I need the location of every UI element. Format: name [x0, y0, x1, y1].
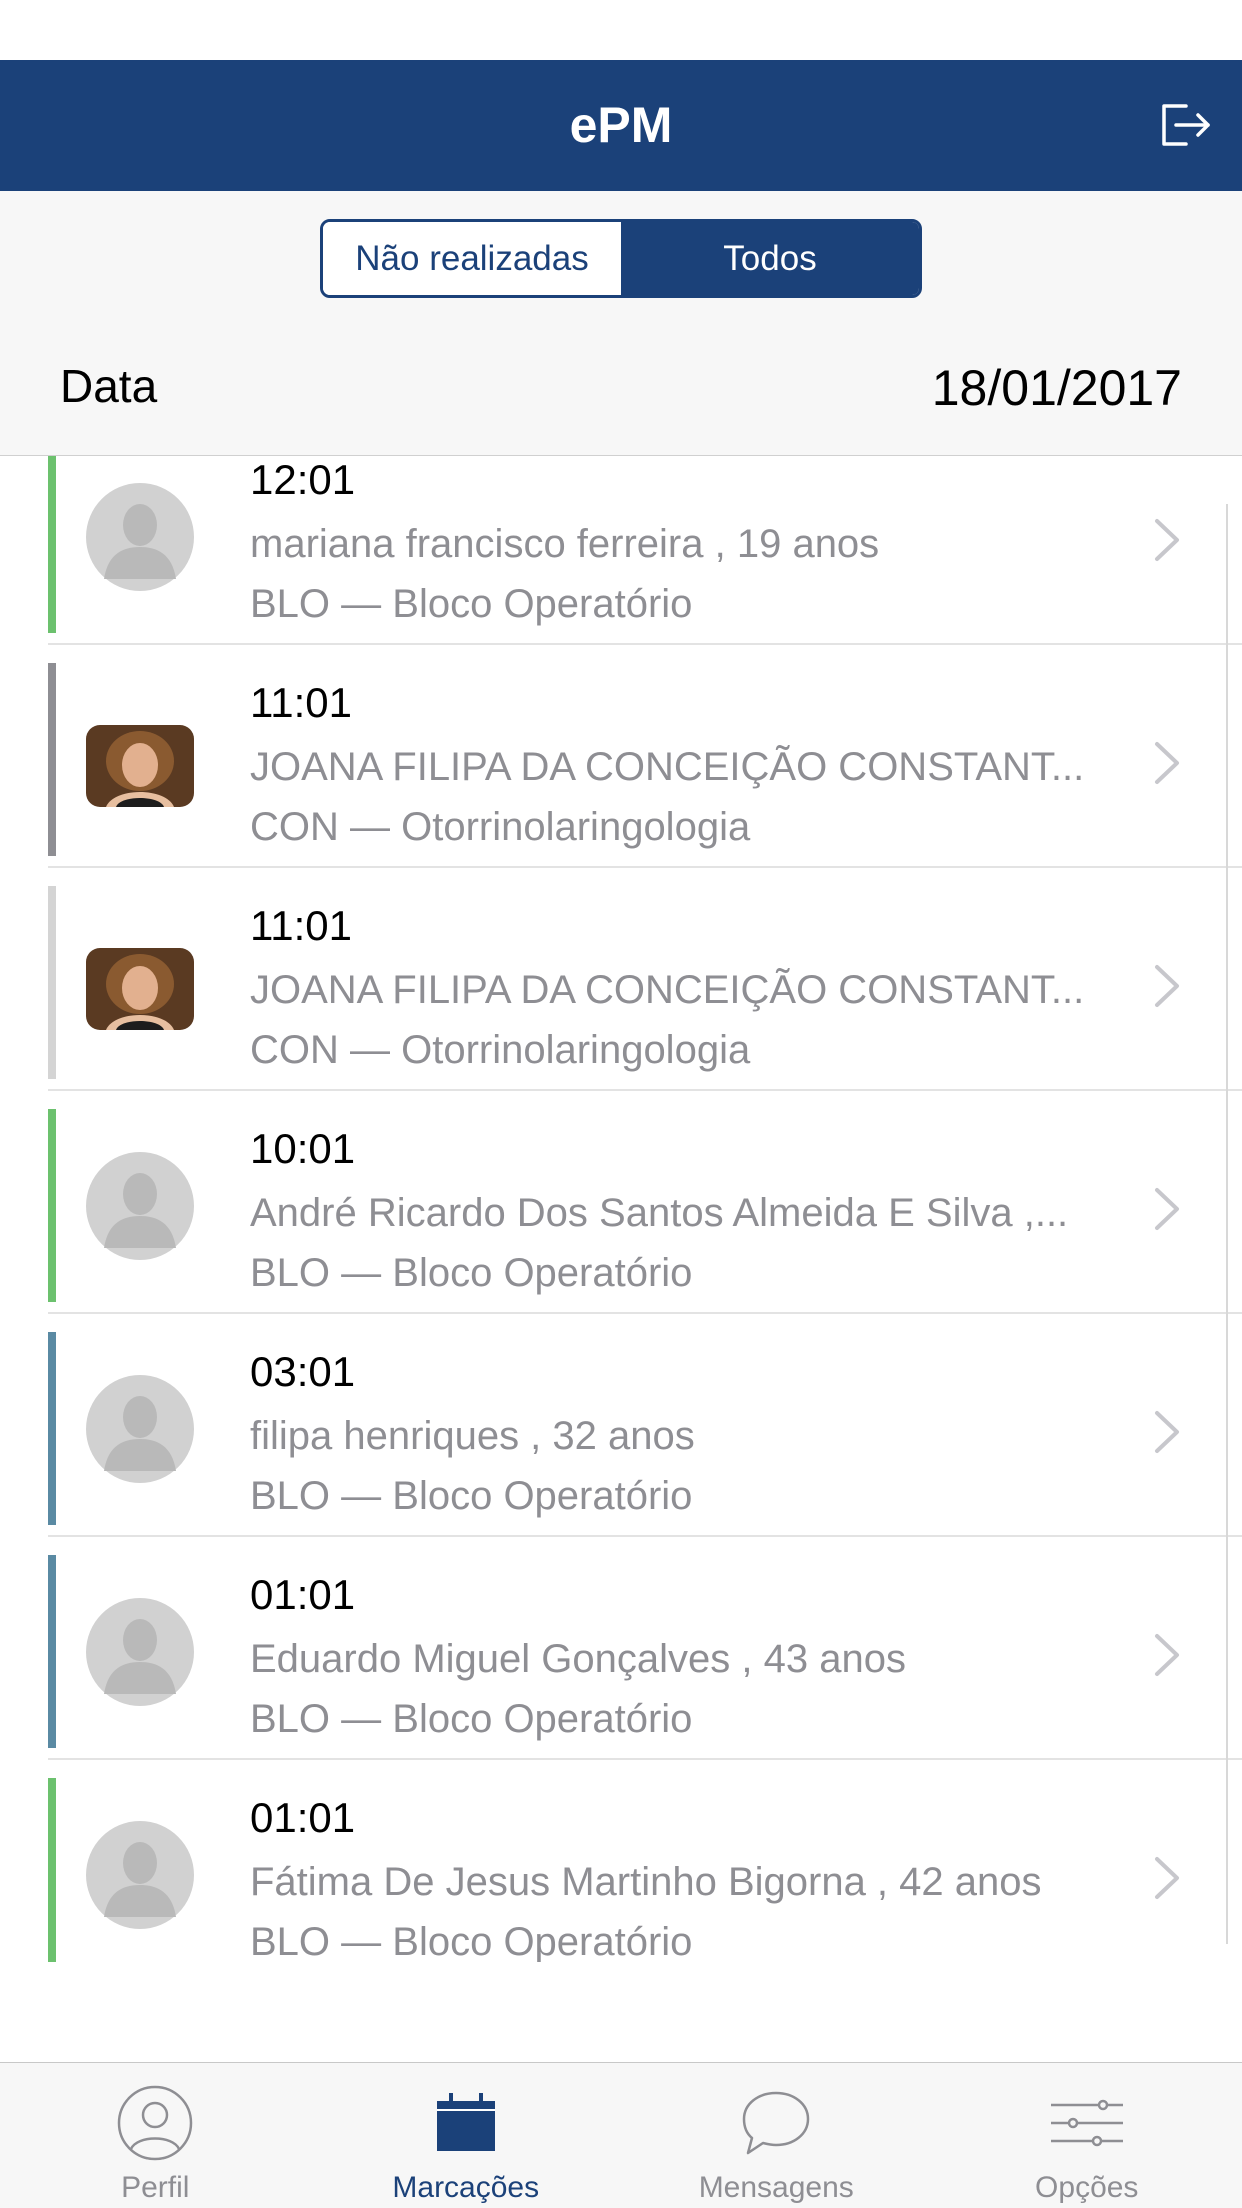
appointments-list[interactable]: 12:01 mariana francisco ferreira , 19 ano… — [0, 456, 1242, 1962]
patient-name: Fátima De Jesus Martinho Bigorna , 42 an… — [250, 1860, 1042, 1904]
service-name: BLO — Bloco Operatório — [250, 582, 693, 626]
appointment-row[interactable]: 03:01 filipa henriques , 32 anos BLO — Blo… — [48, 1314, 1242, 1537]
service-name: CON — Otorrinolaringologia — [250, 805, 751, 849]
patient-name: JOANA FILIPA DA CONCEIÇÃO CONSTANT... — [250, 968, 1085, 1012]
avatar-placeholder-icon — [86, 1821, 194, 1929]
patient-name: JOANA FILIPA DA CONCEIÇÃO CONSTANT... — [250, 745, 1085, 789]
status-indicator — [48, 886, 56, 1079]
chevron-right-icon — [1154, 1410, 1180, 1454]
chevron-right-icon — [1154, 1856, 1180, 1900]
appointment-row[interactable]: 11:01 JOANA FILIPA DA CONCEIÇÃO CONSTANT.… — [48, 645, 1242, 868]
avatar-placeholder-icon — [86, 1375, 194, 1483]
appointment-time: 01:01 — [250, 1571, 356, 1618]
avatar-placeholder-icon — [86, 1598, 194, 1706]
chevron-right-icon — [1154, 518, 1180, 562]
page-title: ePM — [569, 97, 673, 153]
logout-icon — [1162, 104, 1210, 146]
chat-icon — [743, 2091, 810, 2155]
tab-label: Marcações — [392, 2171, 540, 2204]
tab-marcacoes[interactable]: Marcações — [311, 2063, 622, 2208]
segmented-control: Não realizadas Todos — [320, 219, 922, 298]
appointment-time: 12:01 — [250, 456, 356, 503]
tab-bar: Perfil Marcações Mensagens Opções — [0, 2062, 1242, 2208]
navigation-bar: ePM — [0, 60, 1242, 191]
status-indicator — [48, 1778, 56, 1962]
tab-mensagens[interactable]: Mensagens — [621, 2063, 932, 2208]
status-indicator — [48, 1555, 56, 1748]
sliders-icon — [1050, 2099, 1123, 2147]
filter-area: Não realizadas Todos Data 18/01/2017 — [0, 191, 1242, 456]
appointment-row[interactable]: 01:01 Eduardo Miguel Gonçalves , 43 anos B… — [48, 1537, 1242, 1760]
logout-button[interactable] — [1158, 100, 1214, 150]
avatar-placeholder-icon — [86, 1152, 194, 1260]
avatar-photo — [86, 725, 194, 807]
service-name: BLO — Bloco Operatório — [250, 1251, 693, 1295]
tab-perfil[interactable]: Perfil — [0, 2063, 311, 2208]
calendar-icon — [436, 2093, 495, 2151]
status-indicator — [48, 1332, 56, 1525]
appointment-time: 01:01 — [250, 1794, 356, 1841]
appointment-row[interactable]: 11:01 JOANA FILIPA DA CONCEIÇÃO CONSTANT.… — [48, 868, 1242, 1091]
segment-nao-realizadas[interactable]: Não realizadas — [323, 222, 621, 295]
tab-label: Perfil — [121, 2171, 190, 2204]
status-bar — [0, 0, 1242, 60]
date-label: Data — [60, 360, 158, 412]
patient-name: filipa henriques , 32 anos — [250, 1414, 695, 1458]
tab-opcoes[interactable]: Opções — [932, 2063, 1242, 2208]
date-picker[interactable]: 18/01/2017 — [932, 359, 1182, 417]
scroll-indicator[interactable] — [1226, 504, 1228, 1944]
appointment-row[interactable]: 10:01 André Ricardo Dos Santos Almeida E … — [48, 1091, 1242, 1314]
appointment-row[interactable]: 12:01 mariana francisco ferreira , 19 ano… — [48, 456, 1242, 645]
patient-name: mariana francisco ferreira , 19 anos — [250, 522, 880, 566]
chevron-right-icon — [1154, 964, 1180, 1008]
service-name: BLO — Bloco Operatório — [250, 1920, 693, 1962]
avatar-photo — [86, 948, 194, 1030]
service-name: BLO — Bloco Operatório — [250, 1474, 693, 1518]
status-indicator — [48, 663, 56, 856]
segment-todos[interactable]: Todos — [621, 222, 919, 295]
patient-name: Eduardo Miguel Gonçalves , 43 anos — [250, 1637, 906, 1681]
appointment-time: 11:01 — [250, 902, 352, 949]
appointment-row[interactable]: 01:01 Fátima De Jesus Martinho Bigorna , … — [48, 1760, 1242, 1962]
status-indicator — [48, 1109, 56, 1302]
avatar-placeholder-icon — [86, 483, 194, 591]
profile-icon — [118, 2085, 193, 2161]
chevron-right-icon — [1154, 1633, 1180, 1677]
status-indicator — [48, 456, 56, 633]
service-name: BLO — Bloco Operatório — [250, 1697, 693, 1741]
tab-label: Opções — [1035, 2171, 1139, 2204]
service-name: CON — Otorrinolaringologia — [250, 1028, 751, 1072]
patient-name: André Ricardo Dos Santos Almeida E Silva… — [250, 1191, 1069, 1235]
tab-label: Mensagens — [698, 2171, 854, 2204]
appointment-time: 03:01 — [250, 1348, 356, 1395]
chevron-right-icon — [1154, 741, 1180, 785]
appointment-time: 10:01 — [250, 1125, 356, 1172]
chevron-right-icon — [1154, 1187, 1180, 1231]
appointment-time: 11:01 — [250, 679, 352, 726]
